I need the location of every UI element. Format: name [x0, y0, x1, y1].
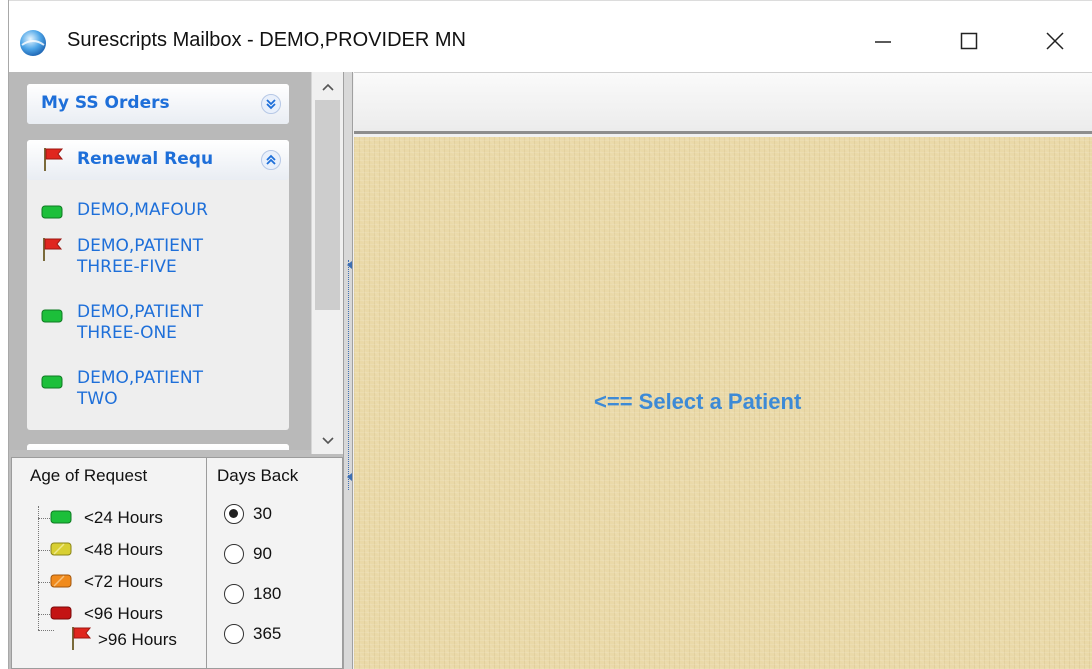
- radio-label: 180: [253, 584, 282, 603]
- age-of-request-panel: Age of Request <24 Hours <48 Hours <72 H…: [12, 458, 207, 669]
- expand-button[interactable]: [261, 94, 281, 114]
- red-flag-icon: [70, 625, 92, 655]
- vertical-scrollbar[interactable]: [311, 72, 343, 454]
- tree-line: [38, 506, 39, 630]
- age-label: <96 Hours: [84, 604, 163, 623]
- days-back-option-180[interactable]: 180: [224, 584, 281, 604]
- scroll-up-icon[interactable]: [320, 80, 336, 96]
- splitter-grip: [348, 260, 349, 490]
- main-content: <== Select a Patient: [354, 72, 1092, 669]
- patient-detail-area: <== Select a Patient: [354, 137, 1092, 669]
- radio-button[interactable]: [224, 624, 244, 644]
- select-patient-message: <== Select a Patient: [594, 389, 802, 414]
- double-chevron-down-icon: [266, 99, 276, 110]
- app-window: Surescripts Mailbox - DEMO,PROVIDER MN M…: [8, 0, 1092, 669]
- scroll-down-icon[interactable]: [320, 432, 336, 448]
- left-panel: My SS Orders Renewal Requ DEMO,MAFOUR DE…: [9, 72, 349, 669]
- green-status-icon: [41, 308, 63, 327]
- patient-name: DEMO,PATIENT THREE-ONE: [77, 302, 203, 343]
- radio-button[interactable]: [224, 504, 244, 524]
- radio-button[interactable]: [224, 584, 244, 604]
- age-label: <48 Hours: [84, 540, 163, 559]
- green-status-icon: [50, 509, 72, 528]
- red-status-icon: [50, 605, 72, 624]
- patient-list-item[interactable]: DEMO,PATIENT THREE-FIVE: [41, 236, 203, 278]
- minimize-icon: [875, 41, 891, 43]
- radio-label: 30: [253, 504, 272, 523]
- patient-name: DEMO,PATIENT TWO: [77, 368, 203, 409]
- maximize-button[interactable]: [947, 21, 991, 61]
- patient-name: DEMO,PATIENT THREE-FIVE: [77, 236, 203, 277]
- group-header[interactable]: [27, 444, 289, 450]
- days-back-title: Days Back: [217, 466, 299, 485]
- age-label: <72 Hours: [84, 572, 163, 591]
- close-icon: [1046, 32, 1064, 50]
- group-renewal-requests: Renewal Requ DEMO,MAFOUR DEMO,PATIENT TH…: [27, 140, 289, 430]
- age-legend-item: >96 Hours: [70, 625, 177, 655]
- age-legend-item: <96 Hours: [50, 602, 163, 626]
- age-legend-item: <24 Hours: [50, 506, 163, 530]
- patient-list-item[interactable]: DEMO,MAFOUR: [41, 200, 208, 223]
- scrollbar-thumb[interactable]: [315, 100, 340, 310]
- radio-label: 90: [253, 544, 272, 563]
- days-back-option-365[interactable]: 365: [224, 624, 281, 644]
- navigation-pane: My SS Orders Renewal Requ DEMO,MAFOUR DE…: [9, 72, 311, 450]
- age-of-request-title: Age of Request: [30, 466, 148, 485]
- yellow-status-icon: [50, 541, 72, 560]
- panel-splitter[interactable]: [343, 72, 353, 669]
- toolbar-strip: [354, 72, 1092, 134]
- green-status-icon: [41, 374, 63, 393]
- collapse-left-icon[interactable]: [345, 260, 353, 270]
- red-flag-icon: [41, 236, 63, 266]
- radio-button[interactable]: [224, 544, 244, 564]
- group-partial[interactable]: [27, 444, 289, 450]
- maximize-icon: [960, 32, 978, 50]
- age-label: >96 Hours: [98, 630, 177, 649]
- group-title: Renewal Requ: [77, 149, 214, 169]
- radio-label: 365: [253, 624, 282, 643]
- collapse-left-icon[interactable]: [345, 472, 353, 482]
- collapse-button[interactable]: [261, 150, 281, 170]
- window-title: Surescripts Mailbox - DEMO,PROVIDER MN: [67, 29, 466, 51]
- patient-name: DEMO,MAFOUR: [77, 200, 208, 220]
- age-legend-item: <48 Hours: [50, 538, 163, 562]
- patient-list-item[interactable]: DEMO,PATIENT THREE-ONE: [41, 302, 203, 344]
- legend-panel: Age of Request <24 Hours <48 Hours <72 H…: [11, 457, 343, 669]
- days-back-option-90[interactable]: 90: [224, 544, 272, 564]
- group-header[interactable]: My SS Orders: [27, 84, 289, 124]
- double-chevron-up-icon: [266, 154, 276, 165]
- age-legend-item: <72 Hours: [50, 570, 163, 594]
- close-button[interactable]: [1033, 21, 1077, 61]
- group-header[interactable]: Renewal Requ: [27, 140, 289, 180]
- orange-status-icon: [50, 573, 72, 592]
- days-back-option-30[interactable]: 30: [224, 504, 272, 524]
- age-label: <24 Hours: [84, 508, 163, 527]
- minimize-button[interactable]: [861, 21, 905, 61]
- title-bar: Surescripts Mailbox - DEMO,PROVIDER MN: [9, 0, 1092, 72]
- patient-list-item[interactable]: DEMO,PATIENT TWO: [41, 368, 203, 410]
- red-flag-icon: [41, 146, 65, 176]
- group-title: My SS Orders: [41, 93, 170, 113]
- green-status-icon: [41, 204, 63, 223]
- tree-branch: [38, 630, 54, 631]
- surescripts-logo-icon: [19, 29, 47, 57]
- group-my-ss-orders[interactable]: My SS Orders: [27, 84, 289, 124]
